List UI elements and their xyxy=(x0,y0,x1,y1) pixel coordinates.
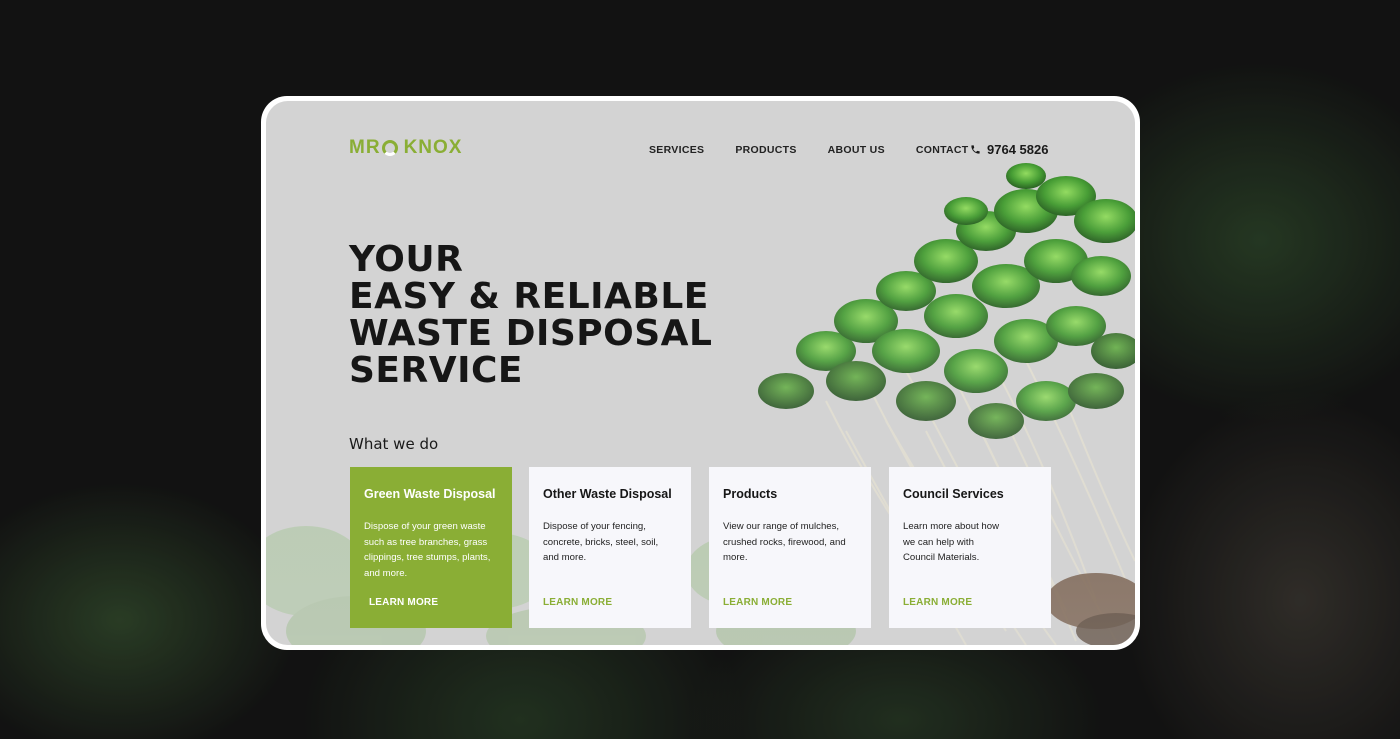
hero-line-2: EASY & RELIABLE xyxy=(349,276,709,317)
phone-number: 9764 5826 xyxy=(987,142,1049,157)
nav-link-contact[interactable]: CONTACT xyxy=(916,144,969,156)
service-card-products[interactable]: Products View our range of mulches, crus… xyxy=(709,467,871,628)
card-title: Council Services xyxy=(903,487,1004,501)
service-card-council[interactable]: Council Services Learn more about how we… xyxy=(889,467,1051,628)
card-title: Other Waste Disposal xyxy=(543,487,672,501)
learn-more-link[interactable]: LEARN MORE xyxy=(543,597,612,608)
nav-link-services[interactable]: SERVICES xyxy=(649,144,704,156)
mr-knox-logo[interactable]: MR KNOX xyxy=(349,137,462,159)
nav-link-products[interactable]: PRODUCTS xyxy=(735,144,796,156)
logo-text-left: MR xyxy=(349,137,381,158)
phone-link[interactable]: 9764 5826 xyxy=(970,142,1048,157)
device-frame: MR KNOX SERVICES PRODUCTS ABOUT US CONTA… xyxy=(261,96,1140,650)
hero-line-1: YOUR xyxy=(349,239,464,280)
hero-line-4: SERVICE xyxy=(349,350,524,391)
card-description: View our range of mulches, crushed rocks… xyxy=(723,521,846,564)
card-description: Dispose of your green waste such as tree… xyxy=(364,521,491,580)
phone-icon xyxy=(971,145,980,154)
nav-link-about-us[interactable]: ABOUT US xyxy=(828,144,885,156)
hero-heading: YOUR EASY & RELIABLE WASTE DISPOSAL SERV… xyxy=(349,241,712,389)
learn-more-link[interactable]: LEARN MORE xyxy=(723,597,792,608)
card-title: Green Waste Disposal xyxy=(364,487,496,501)
logo-text-right: KNOX xyxy=(403,137,463,158)
hero-line-3: WASTE DISPOSAL xyxy=(349,313,713,354)
service-card-other-waste[interactable]: Other Waste Disposal Dispose of your fen… xyxy=(529,467,691,628)
service-card-green-waste[interactable]: Green Waste Disposal Dispose of your gre… xyxy=(350,467,512,628)
what-we-do-label: What we do xyxy=(349,435,439,453)
card-description: Learn more about how we can help with Co… xyxy=(903,521,999,564)
logo-leaf-icon xyxy=(381,140,398,156)
card-description: Dispose of your fencing, concrete, brick… xyxy=(543,521,659,564)
card-title: Products xyxy=(723,487,778,501)
learn-more-link[interactable]: LEARN MORE xyxy=(369,597,438,608)
learn-more-link[interactable]: LEARN MORE xyxy=(903,597,972,608)
website-screen: MR KNOX SERVICES PRODUCTS ABOUT US CONTA… xyxy=(266,101,1135,645)
main-nav: SERVICES PRODUCTS ABOUT US CONTACT xyxy=(649,144,1000,156)
